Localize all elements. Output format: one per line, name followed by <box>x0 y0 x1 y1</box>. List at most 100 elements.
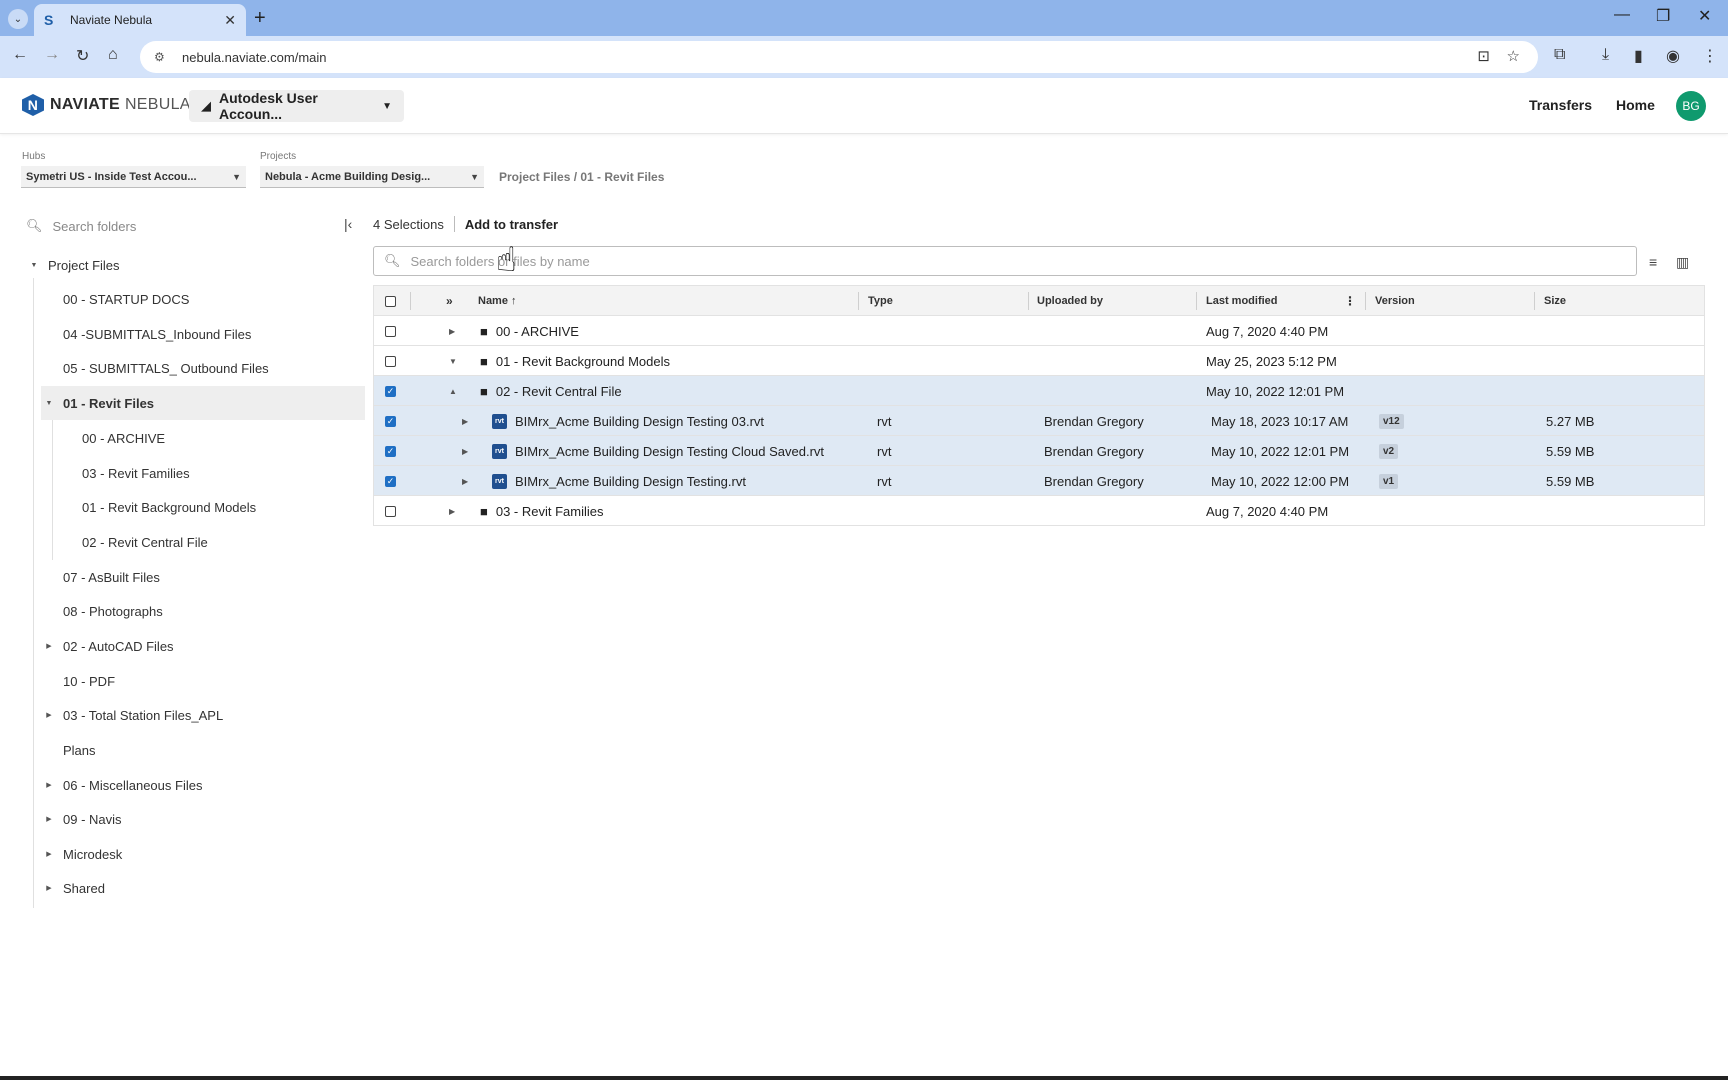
column-header-name[interactable]: Name ↑ <box>478 286 517 316</box>
collapse-panel-icon[interactable]: |‹ <box>344 216 352 232</box>
tree-item[interactable]: Plans <box>43 733 96 767</box>
reload-icon[interactable]: ↻ <box>76 46 89 66</box>
table-row[interactable]: ✓ ▶ rvt BIMrx_Acme Building Design Testin… <box>374 436 1704 466</box>
breadcrumb[interactable]: Project Files / 01 - Revit Files <box>499 170 664 184</box>
tab-search-chevron-icon[interactable]: ⌄ <box>8 9 28 29</box>
row-name[interactable]: 03 - Revit Families <box>496 504 604 519</box>
caret-right-icon[interactable]: ▶ <box>43 781 55 789</box>
folder-search-input[interactable]: 🔍︎ Search folders <box>26 216 326 236</box>
column-menu-icon[interactable]: ⋮ <box>1344 286 1356 316</box>
row-name[interactable]: BIMrx_Acme Building Design Testing 03.rv… <box>515 414 764 429</box>
tree-item[interactable]: ▶ 03 - Total Station Files_APL <box>43 698 223 732</box>
browser-tab[interactable]: S Naviate Nebula ✕ <box>34 4 246 36</box>
filter-icon[interactable]: ≡ <box>1649 254 1657 270</box>
downloads-icon[interactable]: ⤓ <box>1602 46 1609 64</box>
row-name[interactable]: 01 - Revit Background Models <box>496 354 670 369</box>
add-to-transfer-button[interactable]: Add to transfer <box>465 217 558 232</box>
row-checkbox[interactable]: ✓ <box>385 436 396 466</box>
naviate-nebula-logo[interactable]: N NAVIATE NEBULA <box>22 94 191 116</box>
close-window-icon[interactable]: ✕ <box>1698 6 1711 26</box>
table-row[interactable]: ▶ ■ 03 - Revit Families Aug 7, 2020 4:40 … <box>374 496 1704 526</box>
tree-item[interactable]: 08 - Photographs <box>43 594 163 628</box>
caret-right-icon[interactable]: ▶ <box>449 496 455 526</box>
new-tab-plus-icon[interactable]: + <box>254 7 266 30</box>
tree-item[interactable]: ▶ 06 - Miscellaneous Files <box>43 768 202 802</box>
tree-item[interactable]: 01 - Revit Background Models <box>62 490 256 524</box>
table-row[interactable]: ✓ ▶ rvt BIMrx_Acme Building Design Testin… <box>374 466 1704 496</box>
extensions-icon[interactable]: ⧉ <box>1554 46 1565 64</box>
row-checkbox[interactable] <box>385 316 396 346</box>
hubs-select[interactable]: Symetri US - Inside Test Accou... ▼ <box>21 166 246 188</box>
user-avatar[interactable]: BG <box>1676 91 1706 121</box>
caret-right-icon[interactable]: ▶ <box>462 466 468 496</box>
version-badge[interactable]: v12 <box>1379 413 1404 429</box>
column-header-size[interactable]: Size <box>1544 286 1566 316</box>
column-header-type[interactable]: Type <box>868 286 893 316</box>
tree-item[interactable]: ▶ 02 - AutoCAD Files <box>43 629 173 663</box>
side-panel-icon[interactable]: ▮ <box>1634 46 1643 66</box>
projects-select[interactable]: Nebula - Acme Building Desig... ▼ <box>260 166 484 188</box>
row-name[interactable]: 02 - Revit Central File <box>496 384 622 399</box>
row-checkbox[interactable] <box>385 496 396 526</box>
home-link[interactable]: Home <box>1616 97 1655 113</box>
transfers-link[interactable]: Transfers <box>1529 97 1592 113</box>
bookmark-star-icon[interactable]: ☆ <box>1507 47 1520 65</box>
tree-item[interactable]: 07 - AsBuilt Files <box>43 560 160 594</box>
minimize-icon[interactable]: — <box>1614 6 1630 24</box>
version-badge[interactable]: v1 <box>1379 473 1399 489</box>
back-arrow-icon[interactable]: ← <box>12 46 28 64</box>
select-all-checkbox[interactable] <box>385 286 396 316</box>
tree-item[interactable]: 05 - SUBMITTALS_ Outbound Files <box>43 351 269 385</box>
caret-right-icon[interactable]: ▶ <box>462 406 468 436</box>
caret-right-icon[interactable]: ▶ <box>43 711 55 719</box>
browser-menu-icon[interactable]: ⋮ <box>1702 46 1718 66</box>
tree-item[interactable]: 03 - Revit Families <box>62 456 190 490</box>
caret-right-icon[interactable]: ▶ <box>43 850 55 858</box>
caret-up-icon[interactable]: ▲ <box>449 376 457 406</box>
caret-down-icon[interactable]: ▼ <box>449 346 457 376</box>
address-bar[interactable]: ⚙ nebula.naviate.com/main ☆ ⊡ <box>140 41 1538 73</box>
caret-right-icon[interactable]: ▶ <box>43 642 55 650</box>
column-header-last-modified[interactable]: Last modified <box>1206 286 1278 316</box>
row-uploaded-by: Brendan Gregory <box>1044 443 1144 459</box>
table-row[interactable]: ▼ ■ 01 - Revit Background Models May 25, … <box>374 346 1704 376</box>
table-row[interactable]: ▶ ■ 00 - ARCHIVE Aug 7, 2020 4:40 PM <box>374 316 1704 346</box>
restore-icon[interactable]: ❐ <box>1656 6 1670 26</box>
caret-right-icon[interactable]: ▶ <box>462 436 468 466</box>
table-row[interactable]: ✓ ▲ ■ 02 - Revit Central File May 10, 202… <box>374 376 1704 406</box>
row-checkbox[interactable]: ✓ <box>385 376 396 406</box>
version-badge[interactable]: v2 <box>1379 443 1399 459</box>
column-header-version[interactable]: Version <box>1375 286 1415 316</box>
row-checkbox[interactable]: ✓ <box>385 406 396 436</box>
caret-right-icon[interactable]: ▶ <box>449 316 455 346</box>
caret-right-icon[interactable]: ▶ <box>43 884 55 892</box>
table-row[interactable]: ✓ ▶ rvt BIMrx_Acme Building Design Testin… <box>374 406 1704 436</box>
home-icon[interactable]: ⌂ <box>108 46 118 64</box>
row-checkbox[interactable]: ✓ <box>385 466 396 496</box>
columns-icon[interactable]: ▥ <box>1676 254 1689 271</box>
tree-root-project-files[interactable]: ▼ Project Files <box>28 248 120 282</box>
tab-close-icon[interactable]: ✕ <box>224 12 236 29</box>
row-name[interactable]: BIMrx_Acme Building Design Testing.rvt <box>515 474 746 489</box>
tree-item[interactable]: ▶ Shared <box>43 871 105 905</box>
profile-icon[interactable]: ◉ <box>1666 46 1680 66</box>
expand-all-icon[interactable]: » <box>446 286 453 316</box>
file-search-input[interactable]: 🔍︎ Search folders or files by name <box>373 246 1637 276</box>
row-name[interactable]: 00 - ARCHIVE <box>496 324 579 339</box>
tree-item[interactable]: 00 - ARCHIVE <box>62 421 165 455</box>
tree-item-revit-files[interactable]: ▼ 01 - Revit Files <box>41 386 365 420</box>
site-info-icon[interactable]: ⚙ <box>154 50 172 64</box>
account-selector-button[interactable]: ◢ Autodesk User Accoun... ▼ <box>189 90 404 122</box>
column-header-uploaded-by[interactable]: Uploaded by <box>1037 286 1103 316</box>
row-checkbox[interactable] <box>385 346 396 376</box>
row-name[interactable]: BIMrx_Acme Building Design Testing Cloud… <box>515 444 824 459</box>
tree-item[interactable]: 04 -SUBMITTALS_Inbound Files <box>43 317 251 351</box>
tree-item[interactable]: ▶ Microdesk <box>43 837 122 871</box>
tree-item[interactable]: ▶ 09 - Navis <box>43 802 121 836</box>
tree-item[interactable]: 10 - PDF <box>43 664 115 698</box>
forward-arrow-icon[interactable]: → <box>44 46 60 64</box>
tree-item[interactable]: 00 - STARTUP DOCS <box>43 282 189 316</box>
tree-item[interactable]: 02 - Revit Central File <box>62 525 208 559</box>
install-app-icon[interactable]: ⊡ <box>1477 47 1490 65</box>
caret-right-icon[interactable]: ▶ <box>43 815 55 823</box>
